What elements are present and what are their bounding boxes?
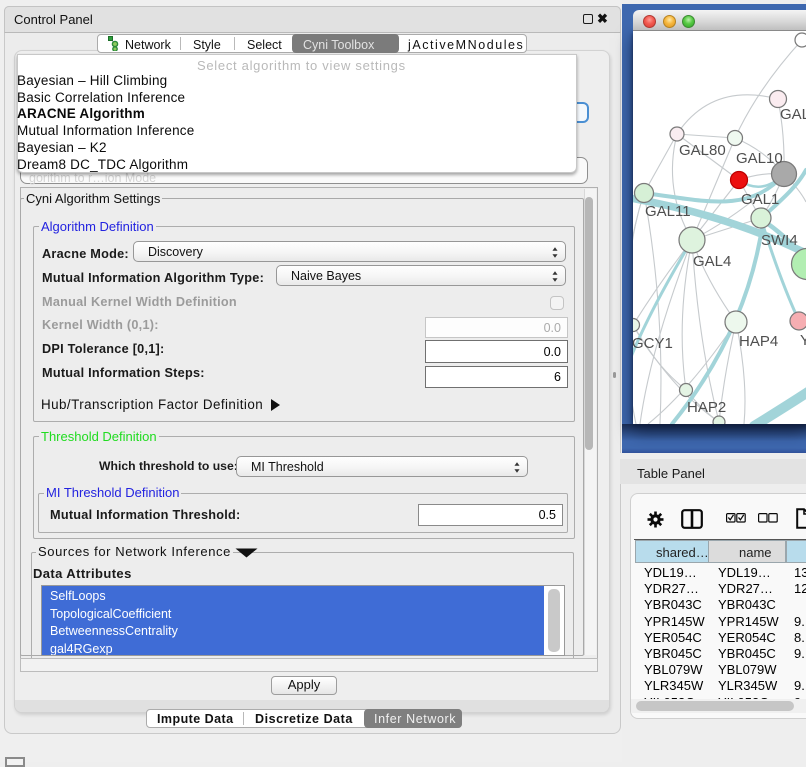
- svg-text:GCY1: GCY1: [633, 335, 673, 352]
- svg-text:HAP4: HAP4: [739, 333, 778, 350]
- svg-text:SWI4: SWI4: [761, 232, 798, 249]
- svg-text:GAL: GAL: [780, 106, 806, 123]
- svg-text:GAL11: GAL11: [645, 203, 691, 220]
- svg-text:GAL4: GAL4: [693, 253, 731, 270]
- svg-text:GAL1: GAL1: [741, 191, 779, 208]
- svg-text:GAL10: GAL10: [736, 150, 783, 167]
- svg-text:HAP2: HAP2: [687, 399, 726, 416]
- svg-text:GAL80: GAL80: [679, 142, 726, 159]
- svg-text:Y: Y: [800, 332, 806, 349]
